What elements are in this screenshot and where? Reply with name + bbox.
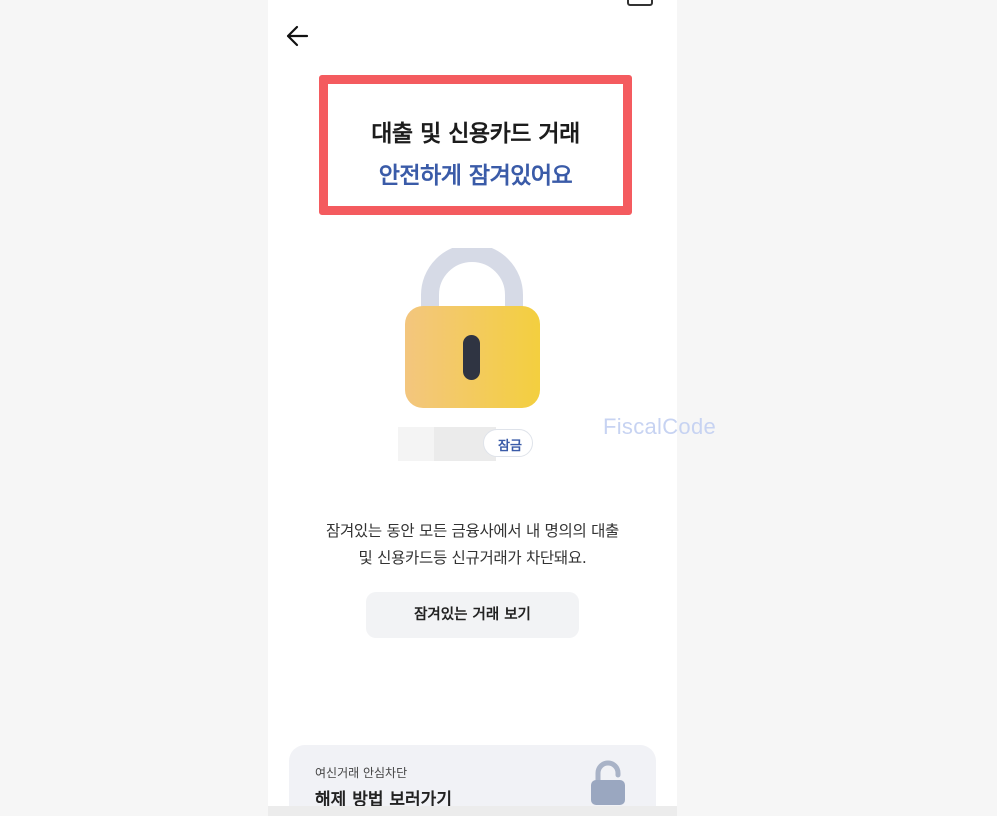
masked-name: [398, 427, 434, 461]
headline-line-2: 안전하게 잠겨있어요: [378, 163, 573, 189]
watermark: FiscalCode: [603, 414, 717, 439]
lock-status-headline: 대출 및 신용카드 거래 안전하게 잠겨있어요: [319, 75, 632, 215]
lock-description: 잠겨있는 동안 모든 금융사에서 내 명의의 대출 및 신용카드등 신규거래가 …: [288, 518, 657, 572]
guide-subtitle: 여신거래 안심차단: [315, 766, 408, 780]
headline-line-1: 대출 및 신용카드 거래: [371, 121, 580, 147]
description-line-2: 및 신용카드등 신규거래가 차단돼요.: [358, 549, 587, 567]
battery-icon: [627, 0, 653, 6]
arrow-left-icon: [286, 25, 309, 47]
view-locked-transactions-button[interactable]: 잠겨있는 거래 보기: [366, 592, 579, 638]
lock-status-row: 잠금: [398, 427, 538, 463]
bottom-edge: [268, 806, 677, 816]
lock-status-badge: 잠금: [483, 429, 533, 457]
status-bar: [268, 0, 677, 6]
back-button[interactable]: [282, 20, 314, 52]
padlock-locked-icon: [400, 244, 545, 413]
phone-screen: 대출 및 신용카드 거래 안전하게 잠겨있어요 잠금 잠겨있는 동안 모든 금융…: [268, 0, 677, 816]
lock-status-label: 잠금: [498, 439, 522, 454]
description-line-1: 잠겨있는 동안 모든 금융사에서 내 명의의 대출: [325, 522, 619, 540]
padlock-unlocked-icon: [589, 759, 627, 807]
